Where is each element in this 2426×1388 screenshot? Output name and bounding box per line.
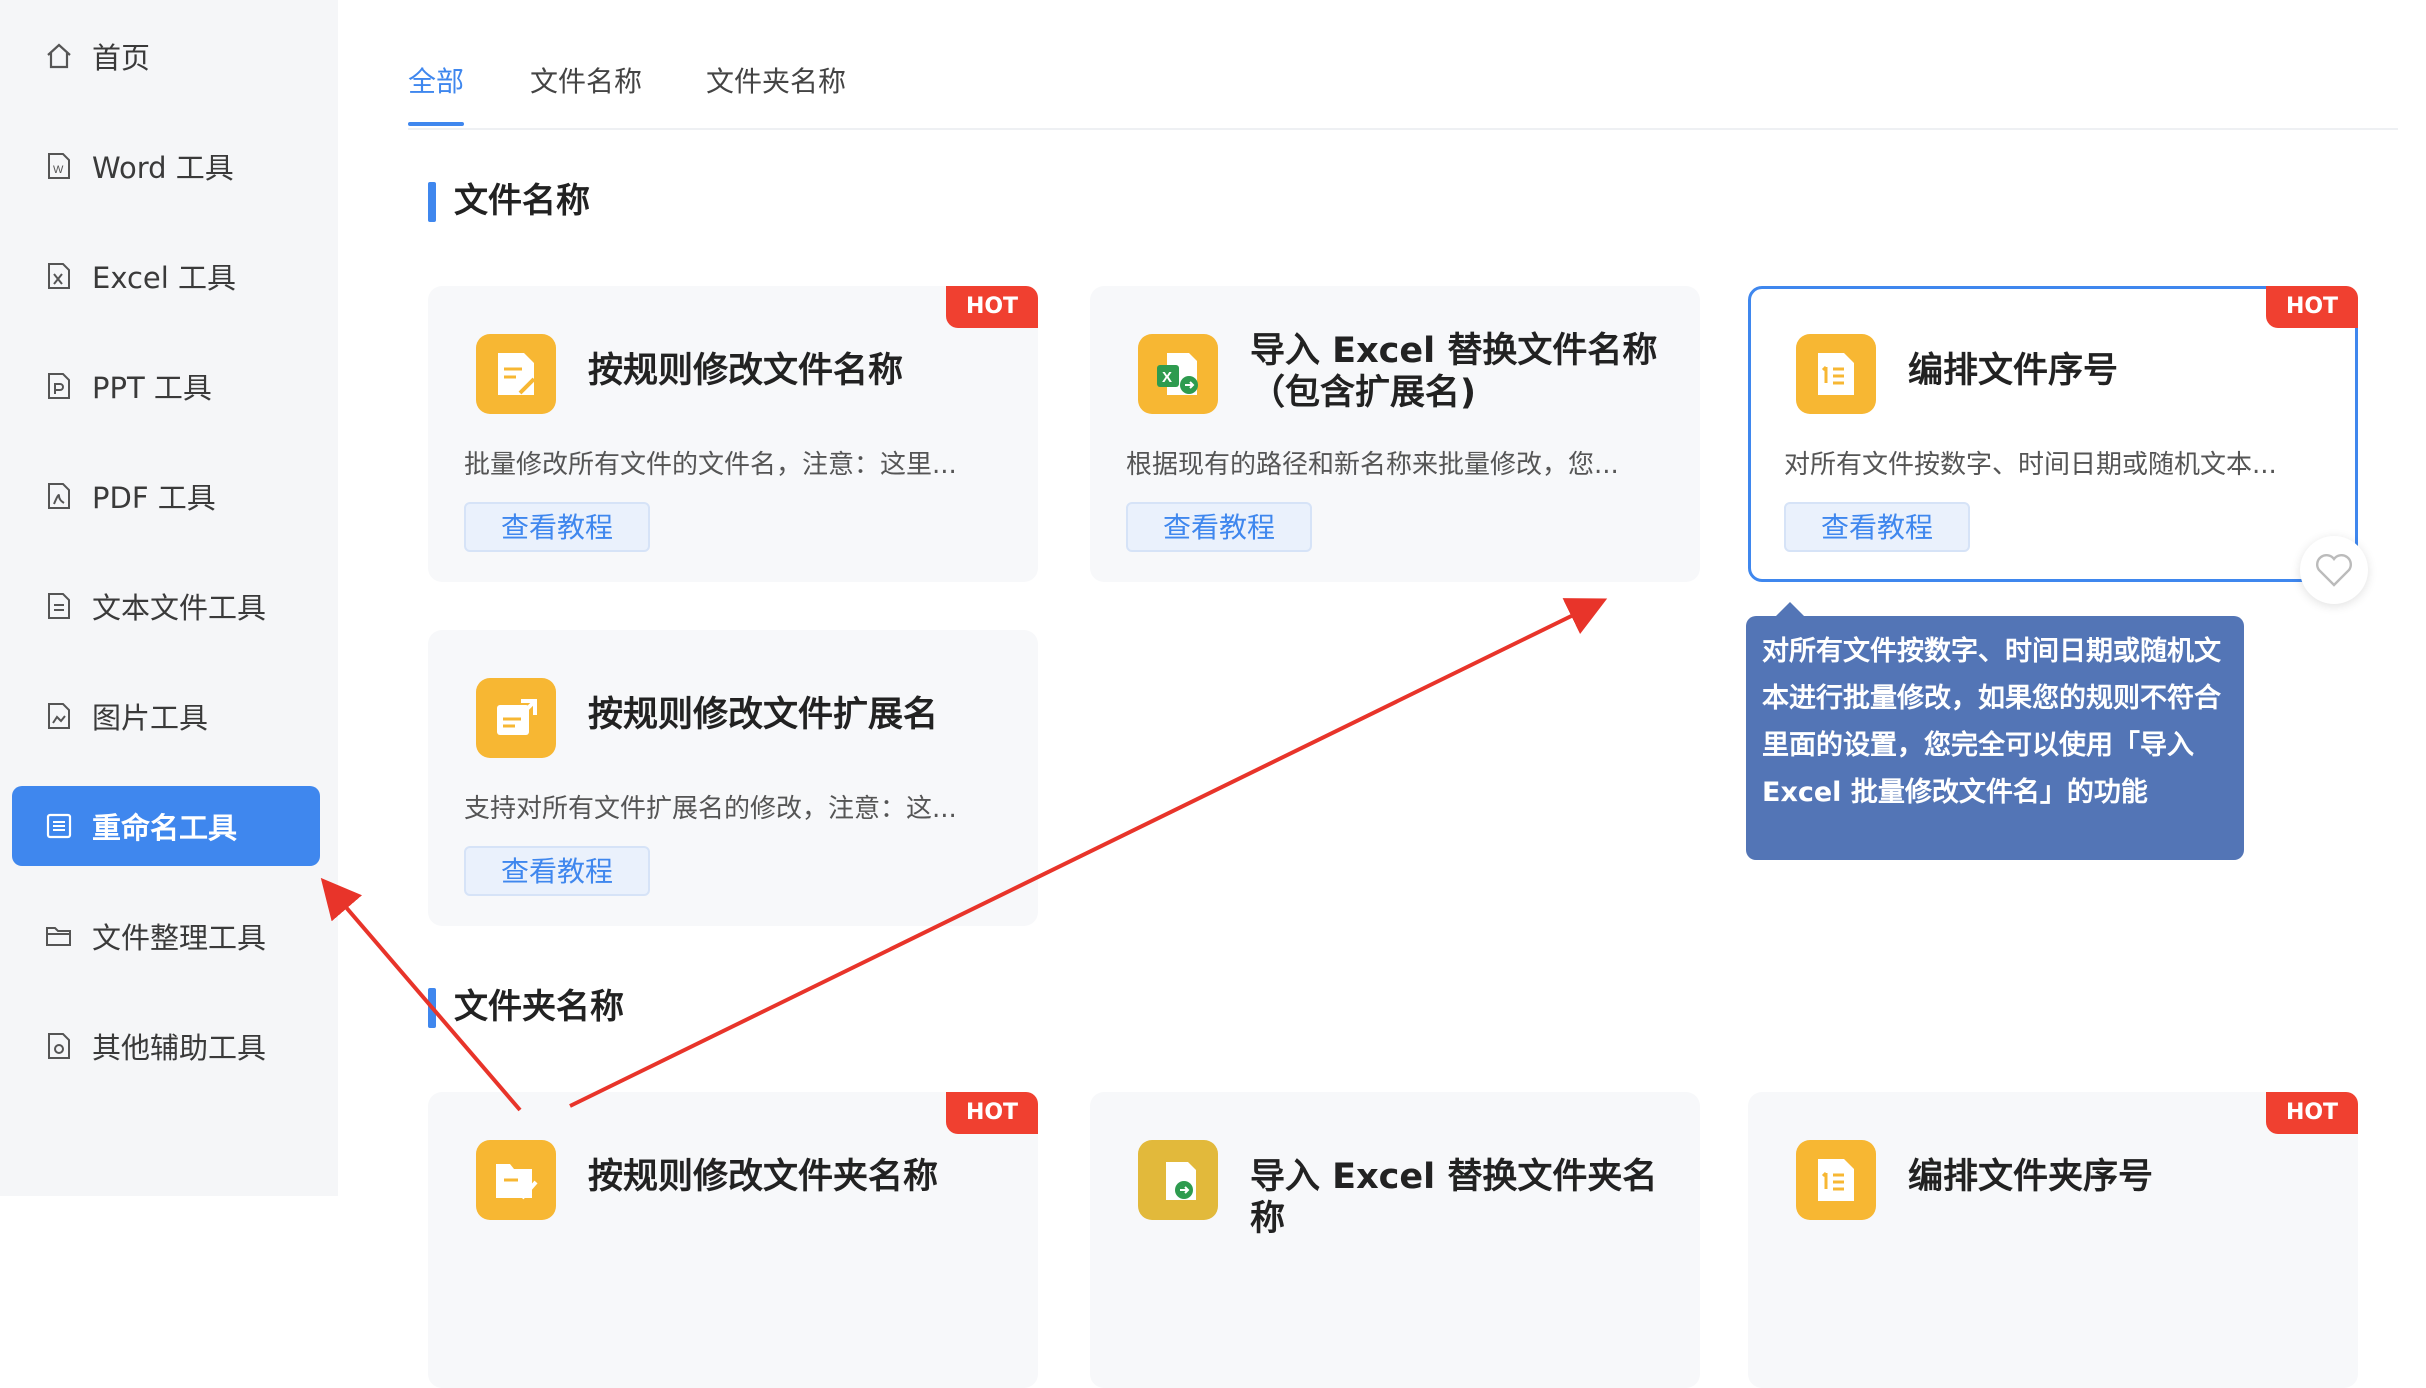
document-edit-icon — [476, 334, 556, 414]
numbered-list-icon — [1796, 334, 1876, 414]
hot-badge: HOT — [2266, 1092, 2358, 1134]
favorite-heart-button[interactable] — [2300, 536, 2368, 604]
annotation-arrows — [320, 598, 1608, 1112]
rename-icon — [44, 811, 74, 841]
view-tutorial-button[interactable]: 查看教程 — [1126, 502, 1312, 552]
section-title-file-name: 文件名称 — [428, 178, 590, 224]
sidebar-item-rename[interactable]: 重命名工具 — [12, 786, 320, 866]
hot-badge: HOT — [946, 1092, 1038, 1134]
tool-card-rename-extension-by-rule[interactable]: 按规则修改文件扩展名 支持对所有文件扩展名的修改，注意：这... 查看教程 — [428, 630, 1038, 926]
sidebar: 首页 W Word 工具 Excel 工具 PPT 工具 PDF 工具 文本文件… — [0, 0, 338, 1196]
sidebar-item-home[interactable]: 首页 — [12, 16, 320, 96]
sidebar-item-text[interactable]: 文本文件工具 — [12, 566, 320, 646]
card-title: 编排文件夹序号 — [1908, 1157, 2154, 1197]
sidebar-item-pdf[interactable]: PDF 工具 — [12, 456, 320, 536]
folder-icon — [44, 921, 74, 951]
card-description: 支持对所有文件扩展名的修改，注意：这... — [464, 794, 957, 824]
tooltip: 对所有文件按数字、时间日期或随机文本进行批量修改，如果您的规则不符合里面的设置，… — [1746, 602, 2244, 860]
sidebar-item-label: 重命名工具 — [92, 811, 238, 845]
view-tutorial-button[interactable]: 查看教程 — [464, 502, 650, 552]
sidebar-item-label: Excel 工具 — [92, 261, 237, 295]
card-title: 编排文件序号 — [1908, 351, 2119, 391]
hot-badge: HOT — [946, 286, 1038, 328]
svg-text:W: W — [53, 164, 64, 176]
tool-card-rename-files-by-rule[interactable]: HOT 按规则修改文件名称 批量修改所有文件的文件名，注意：这里... 查看教程 — [428, 286, 1038, 582]
view-tutorial-button[interactable]: 查看教程 — [464, 846, 650, 896]
sidebar-item-label: 其他辅助工具 — [92, 1031, 267, 1065]
card-title: 按规则修改文件名称 — [588, 351, 904, 391]
home-icon — [44, 41, 74, 71]
sidebar-item-label: Word 工具 — [92, 151, 234, 185]
view-tutorial-button[interactable]: 查看教程 — [1784, 502, 1970, 552]
svg-text:X: X — [1162, 369, 1172, 386]
card-description: 对所有文件按数字、时间日期或随机文本... — [1784, 450, 2277, 480]
excel-folder-icon — [1138, 1140, 1218, 1220]
sidebar-item-file-organize[interactable]: 文件整理工具 — [12, 896, 320, 976]
folder-edit-icon — [476, 1140, 556, 1220]
tool-card-number-files[interactable]: HOT 编排文件序号 对所有文件按数字、时间日期或随机文本... 查看教程 — [1748, 286, 2358, 582]
sidebar-item-word[interactable]: W Word 工具 — [12, 126, 320, 206]
extension-edit-icon — [476, 678, 556, 758]
excel-import-icon: X — [1138, 334, 1218, 414]
tool-card-excel-replace-file-names[interactable]: X 导入 Excel 替换文件名称（包含扩展名) 根据现有的路径和新名称来批量修… — [1090, 286, 1700, 582]
ppt-file-icon — [44, 371, 74, 401]
card-description: 批量修改所有文件的文件名，注意：这里... — [464, 450, 957, 480]
sidebar-item-label: PDF 工具 — [92, 481, 216, 515]
hot-badge: HOT — [2266, 286, 2358, 328]
text-file-icon — [44, 591, 74, 621]
tool-card-rename-folders-by-rule[interactable]: HOT 按规则修改文件夹名称 — [428, 1092, 1038, 1388]
sidebar-item-ppt[interactable]: PPT 工具 — [12, 346, 320, 426]
sidebar-item-label: 文件整理工具 — [92, 921, 267, 955]
word-file-icon: W — [44, 151, 74, 181]
tab-file-name[interactable]: 文件名称 — [530, 60, 642, 126]
sidebar-item-excel[interactable]: Excel 工具 — [12, 236, 320, 316]
excel-file-icon — [44, 261, 74, 291]
tool-card-excel-replace-folder-names[interactable]: 导入 Excel 替换文件夹名称 — [1090, 1092, 1700, 1388]
sidebar-item-other-tools[interactable]: 其他辅助工具 — [12, 1006, 320, 1086]
card-description: 根据现有的路径和新名称来批量修改，您... — [1126, 450, 1619, 480]
pdf-file-icon — [44, 481, 74, 511]
tool-card-number-folders[interactable]: HOT 编排文件夹序号 — [1748, 1092, 2358, 1388]
tab-all[interactable]: 全部 — [408, 60, 465, 126]
sidebar-item-label: 首页 — [92, 41, 151, 75]
sidebar-item-image[interactable]: 图片工具 — [12, 676, 320, 756]
sidebar-item-label: 文本文件工具 — [92, 591, 267, 625]
tab-folder-name[interactable]: 文件夹名称 — [706, 60, 846, 126]
sidebar-item-label: 图片工具 — [92, 701, 209, 735]
sidebar-item-label: PPT 工具 — [92, 371, 212, 405]
card-title: 导入 Excel 替换文件夹名称 — [1250, 1157, 1658, 1239]
card-title: 按规则修改文件夹名称 — [588, 1157, 939, 1197]
card-title: 导入 Excel 替换文件名称（包含扩展名) — [1250, 331, 1658, 413]
heart-icon — [2316, 554, 2352, 587]
section-title-folder-name: 文件夹名称 — [428, 984, 624, 1030]
card-title: 按规则修改文件扩展名 — [588, 695, 939, 735]
misc-tool-icon — [44, 1031, 74, 1061]
image-file-icon — [44, 701, 74, 731]
folder-numbered-icon — [1796, 1140, 1876, 1220]
category-tabs: 全部 文件名称 文件夹名称 — [408, 60, 2398, 130]
